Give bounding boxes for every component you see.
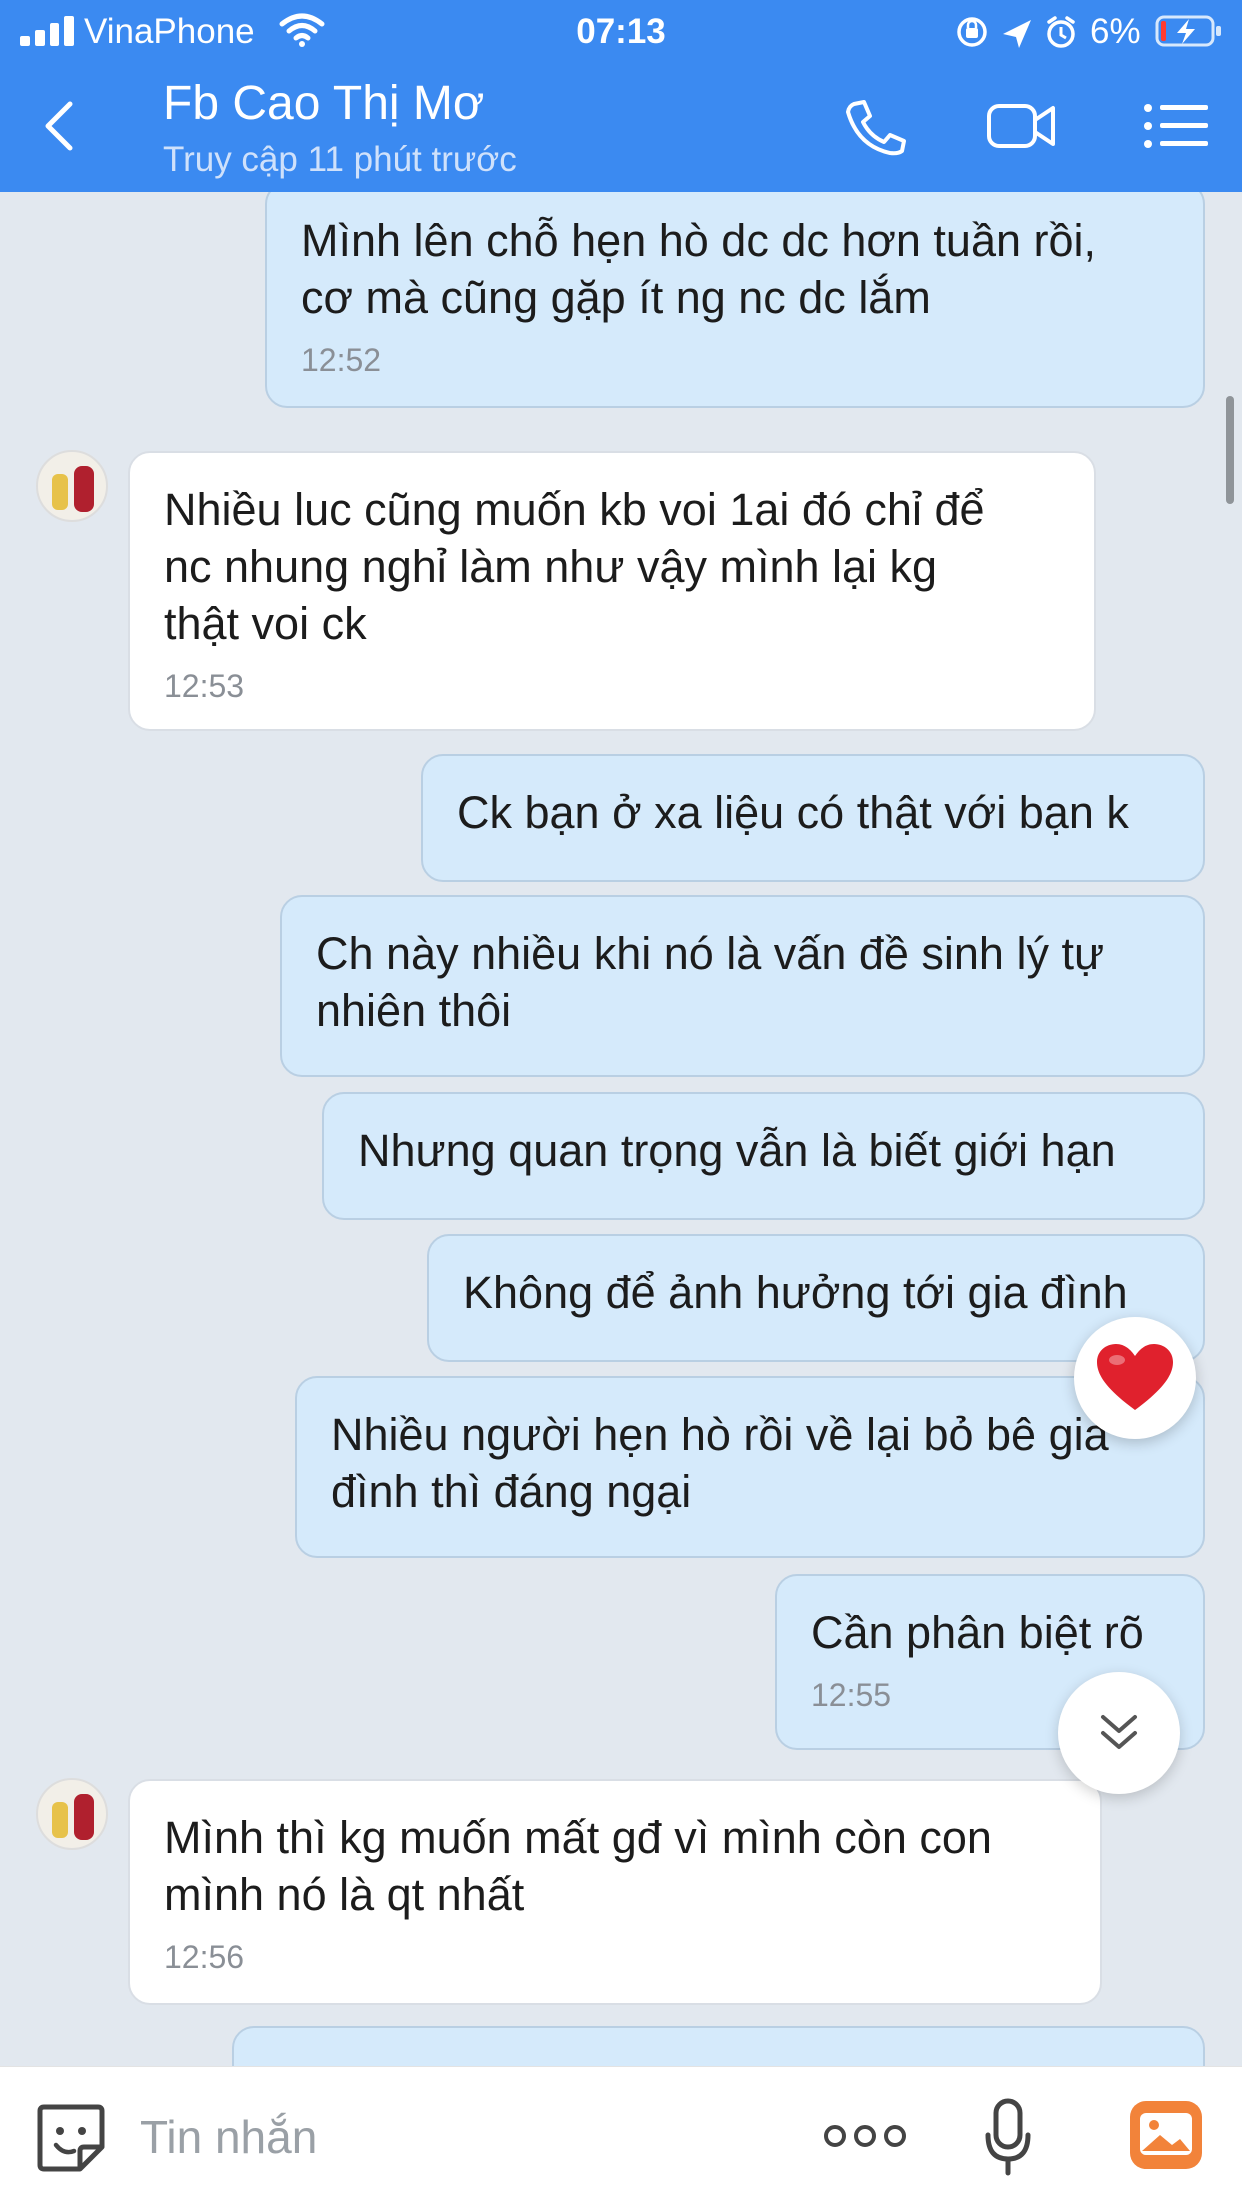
message-bubble-outgoing[interactable]: Nhưng quan trọng vẫn là biết giới hạn xyxy=(322,1092,1205,1220)
message-time: 12:53 xyxy=(164,668,245,704)
message-text: Ck bạn ở xa liệu có thật với bạn k xyxy=(457,787,1129,838)
menu-list-icon[interactable] xyxy=(1140,96,1212,156)
status-icons xyxy=(957,16,1075,48)
message-input-bar xyxy=(0,2066,1242,2208)
location-icon xyxy=(1003,20,1031,48)
message-text: Không để ảnh hưởng tới gia đình xyxy=(463,1267,1128,1318)
message-text: Cần phân biệt rõ xyxy=(811,1607,1144,1658)
message-bubble-incoming[interactable]: Mình thì kg muốn mất gđ vì mình còn con … xyxy=(128,1779,1102,2005)
video-camera-icon[interactable] xyxy=(985,96,1057,156)
message-text: Nhiều luc cũng muốn kb voi 1ai đó chỉ để… xyxy=(164,484,985,649)
back-chevron-icon[interactable] xyxy=(36,96,86,156)
message-time: 12:52 xyxy=(301,342,382,378)
microphone-icon[interactable] xyxy=(982,2097,1034,2177)
alarm-icon xyxy=(1047,16,1075,48)
heart-reaction-button[interactable] xyxy=(1074,1317,1196,1439)
scroll-to-bottom-button[interactable] xyxy=(1058,1672,1180,1794)
message-text: Mình lên chỗ hẹn hò dc dc hơn tuần rồi, … xyxy=(301,215,1097,323)
contact-avatar[interactable] xyxy=(36,1778,108,1850)
message-bubble-incoming[interactable]: Nhiều luc cũng muốn kb voi 1ai đó chỉ để… xyxy=(128,451,1096,731)
message-bubble-outgoing[interactable]: Ck bạn ở xa liệu có thật với bạn k xyxy=(421,754,1205,882)
chat-header: VinaPhone 07:13 6% Fb Cao Thị Mơ Truy cậ… xyxy=(0,0,1242,192)
message-bubble-outgoing[interactable]: Nhiều người hẹn hò rồi về lại bỏ bê gia … xyxy=(295,1376,1205,1558)
message-bubble-outgoing[interactable]: Ch này nhiều khi nó là vấn đề sinh lý tự… xyxy=(280,895,1205,1077)
scrollbar[interactable] xyxy=(1226,396,1234,504)
status-bar: VinaPhone 07:13 6% xyxy=(0,0,1242,64)
message-text: Mình thì kg muốn mất gđ vì mình còn con … xyxy=(164,1812,992,1920)
phone-icon[interactable] xyxy=(840,96,912,156)
sticker-face-icon[interactable] xyxy=(34,2101,108,2175)
last-seen-status: Truy cập 11 phút trước xyxy=(163,140,517,179)
message-text: Nhiều người hẹn hò rồi về lại bỏ bê gia … xyxy=(331,1409,1109,1517)
double-chevron-down-icon xyxy=(1101,1715,1137,1749)
message-text: Nhưng quan trọng vẫn là biết giới hạn xyxy=(358,1125,1116,1176)
more-dots-icon[interactable] xyxy=(822,2119,908,2153)
photo-gallery-icon[interactable] xyxy=(1128,2099,1204,2171)
battery-icon xyxy=(1155,15,1221,47)
contact-avatar[interactable] xyxy=(36,450,108,522)
message-text: Ch này nhiều khi nó là vấn đề sinh lý tự… xyxy=(316,928,1105,1036)
message-list[interactable]: Mình lên chỗ hẹn hò dc dc hơn tuần rồi, … xyxy=(0,192,1242,2066)
heart-icon xyxy=(1097,1344,1173,1410)
message-time: 12:56 xyxy=(164,1939,245,1975)
battery-percent: 6% xyxy=(1090,12,1141,51)
message-bubble-outgoing-partial[interactable] xyxy=(232,2026,1205,2066)
message-bubble-outgoing[interactable]: Mình lên chỗ hẹn hò dc dc hơn tuần rồi, … xyxy=(265,192,1205,408)
contact-name[interactable]: Fb Cao Thị Mơ xyxy=(163,76,484,131)
message-input[interactable] xyxy=(140,2099,780,2175)
rotation-lock-icon xyxy=(957,17,987,47)
